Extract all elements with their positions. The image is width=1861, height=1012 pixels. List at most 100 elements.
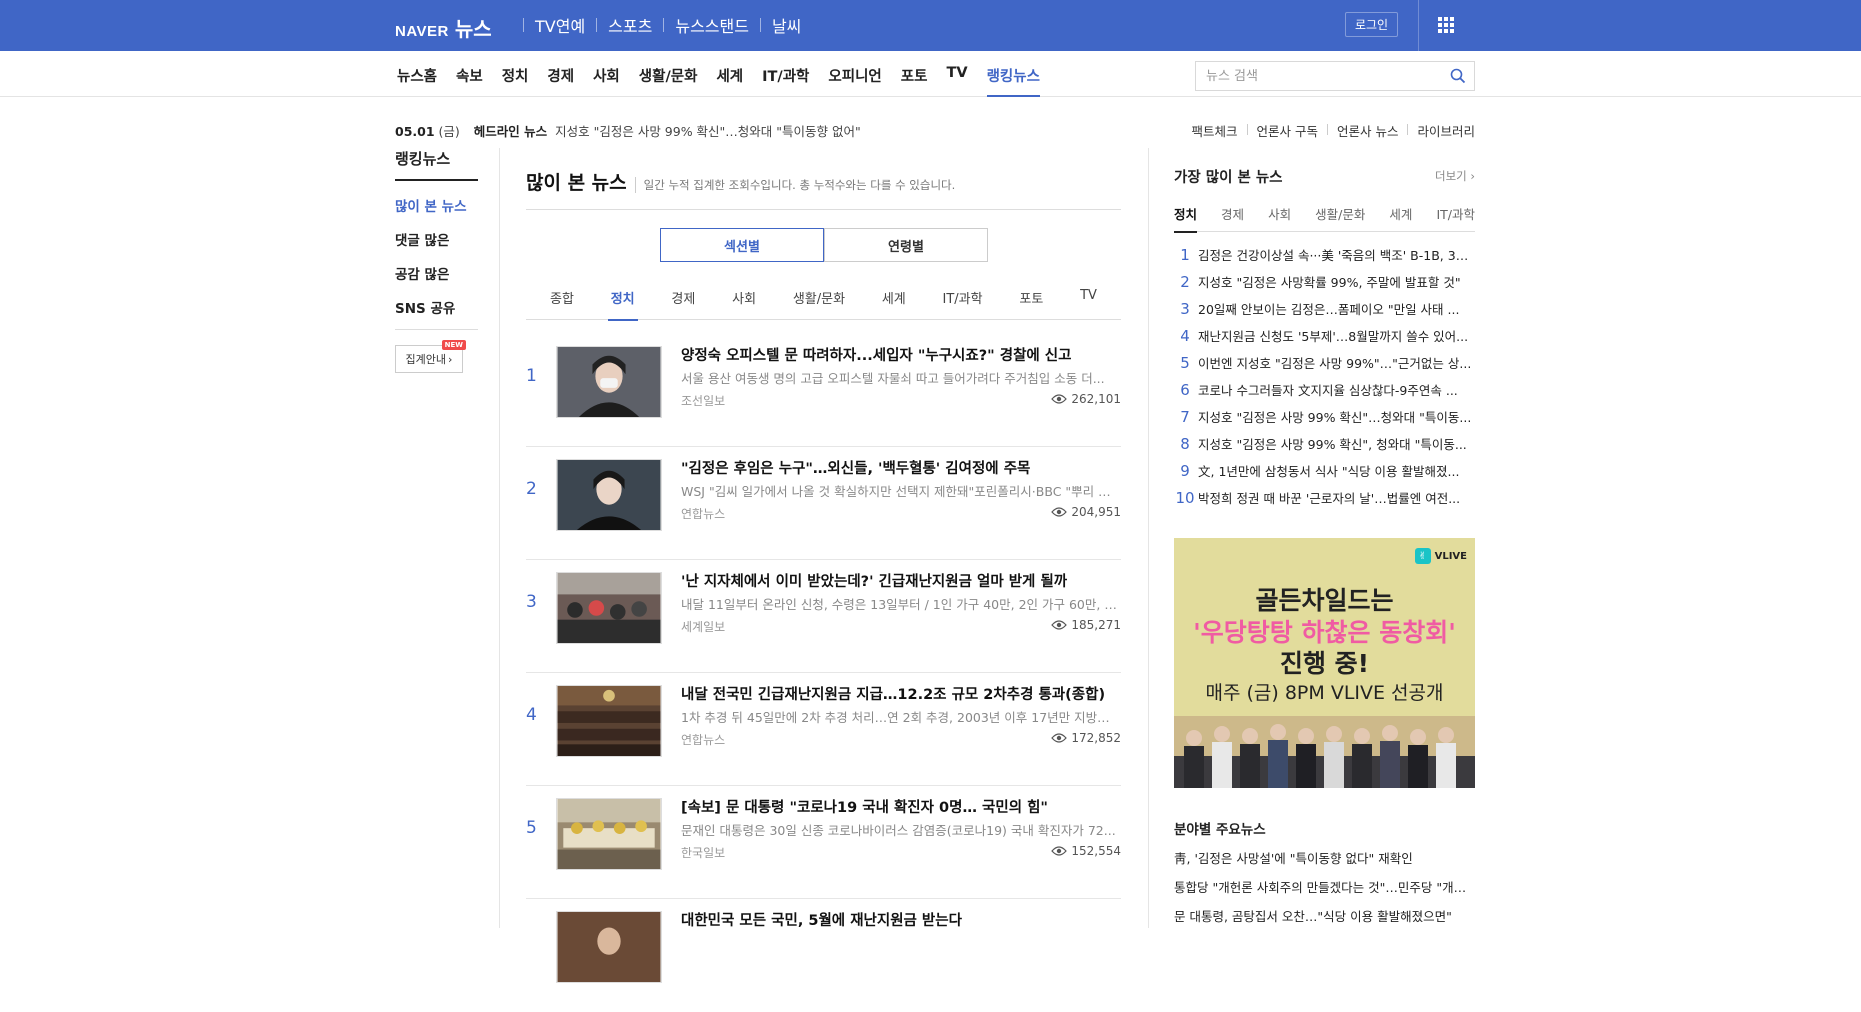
aggregation-info-button[interactable]: 집계안내 › NEW [395, 340, 466, 373]
article-summary[interactable]: 서울 용산 여동생 명의 고급 오피스텔 자물쇠 따고 들어가려다 주거침입 소… [681, 368, 1121, 387]
article-summary[interactable]: 1차 추경 뒤 45일만에 2차 추경 처리…연 2회 추경, 2003년 이후… [681, 707, 1121, 726]
article-press[interactable]: 세계일보 [681, 618, 725, 635]
ranking-title[interactable]: 코로나 수그러들자 文지지율 심상찮다-9주연속 ... [1198, 380, 1473, 399]
nav-weather[interactable]: 날씨 [772, 13, 801, 37]
ranking-title[interactable]: 20일째 안보이는 김정은…폼페이오 "만일 사태 ... [1198, 299, 1473, 318]
ranking-item[interactable]: 6 코로나 수그러들자 文지지율 심상찮다-9주연속 ... [1174, 376, 1475, 403]
article-thumbnail[interactable] [556, 572, 662, 644]
ranking-title[interactable]: 지성호 "김정은 사망확률 99%, 주말에 발표할 것" [1198, 272, 1473, 291]
article-title[interactable]: 내달 전국민 긴급재난지원금 지급…12.2조 규모 2차추경 통과(종합) [681, 683, 1121, 704]
article-thumbnail[interactable] [556, 346, 662, 418]
article-title[interactable]: '난 지자체에서 이미 받았는데?' 긴급재난지원금 얼마 받게 될까 [681, 570, 1121, 591]
tab-photo[interactable]: 포토 [1019, 286, 1043, 320]
more-link[interactable]: 더보기 › [1435, 168, 1475, 184]
subnav-it-science[interactable]: IT/과학 [762, 65, 809, 97]
subnav-ranking-news[interactable]: 랭킹뉴스 [986, 65, 1041, 97]
rtab-economy[interactable]: 경제 [1221, 204, 1244, 232]
subnav-photo[interactable]: 포토 [901, 65, 928, 97]
article-title[interactable]: "김정은 후임은 누구"…외신들, '백두혈통' 김여정에 주목 [681, 457, 1121, 478]
ranking-title[interactable]: 지성호 "김정은 사망 99% 확신", 청와대 "특이동... [1198, 434, 1473, 453]
ranking-item[interactable]: 8 지성호 "김정은 사망 99% 확신", 청와대 "특이동... [1174, 430, 1475, 457]
ranking-item[interactable]: 9 文, 1년만에 삼청동서 식사 "식당 이용 활발해졌... [1174, 457, 1475, 484]
toggle-by-section[interactable]: 섹션별 [660, 228, 824, 262]
article-title[interactable]: 대한민국 모든 국민, 5월에 재난지원금 받는다 [681, 909, 1121, 930]
ranking-title[interactable]: 김정은 건강이상설 속···美 '죽음의 백조' B-1B, 32... [1198, 245, 1473, 264]
ad-banner[interactable]: ✌ VLIVE 골든차일드는 '우당탕탕 하찮은 동창회' 진행 중! 매주 (… [1174, 538, 1475, 788]
subnav-tv[interactable]: TV [946, 65, 967, 97]
article-title[interactable]: 양정숙 오피스텔 문 따려하자...세입자 "누구시죠?" 경찰에 신고 [681, 344, 1121, 365]
tab-life-culture[interactable]: 생활/문화 [793, 286, 845, 320]
nav-newsstand[interactable]: 뉴스스탠드 [675, 13, 749, 37]
toggle-by-age[interactable]: 연령별 [824, 228, 988, 262]
sidebar-item-sns-share[interactable]: SNS 공유 [395, 297, 500, 317]
rtab-it-science[interactable]: IT/과학 [1436, 204, 1475, 232]
ranking-item[interactable]: 5 이번엔 지성호 "김정은 사망 99%"…"근거없는 상... [1174, 349, 1475, 376]
ranking-title[interactable]: 文, 1년만에 삼청동서 식사 "식당 이용 활발해졌... [1198, 461, 1473, 480]
article-summary[interactable]: 내달 11일부터 온라인 신청, 수령은 13일부터 / 1인 가구 40만, … [681, 594, 1121, 613]
subnav-politics[interactable]: 정치 [502, 65, 529, 97]
search-input[interactable] [1196, 62, 1426, 90]
ranking-item[interactable]: 2 지성호 "김정은 사망확률 99%, 주말에 발표할 것" [1174, 268, 1475, 295]
subnav-world[interactable]: 세계 [716, 65, 743, 97]
article-thumbnail[interactable] [556, 685, 662, 757]
article-press[interactable]: 한국일보 [681, 844, 725, 861]
article-summary[interactable]: 문재인 대통령은 30일 신종 코로나바이러스 감염증(코로나19) 국내 확진… [681, 820, 1121, 839]
subnav-news-home[interactable]: 뉴스홈 [397, 65, 437, 97]
link-press-news[interactable]: 언론사 뉴스 [1337, 121, 1398, 140]
subnav-breaking[interactable]: 속보 [456, 65, 483, 97]
article-summary[interactable]: WSJ "김씨 일가에서 나올 것 확실하지만 선택지 제한돼"포린폴리시·BB… [681, 481, 1121, 500]
ranking-title[interactable]: 지성호 "김정은 사망 99% 확신"…청와대 "특이동... [1198, 407, 1473, 426]
naver-news-logo[interactable]: NAVER 뉴스 [395, 13, 492, 42]
link-press-subscribe[interactable]: 언론사 구독 [1257, 121, 1318, 140]
ranking-title[interactable]: 재난지원금 신청도 '5부제'…8월말까지 쓸수 있어... [1198, 326, 1473, 345]
ranking-item[interactable]: 3 20일째 안보이는 김정은…폼페이오 "만일 사태 ... [1174, 295, 1475, 322]
subnav-life-culture[interactable]: 생활/문화 [639, 65, 698, 97]
ranking-item[interactable]: 7 지성호 "김정은 사망 99% 확신"…청와대 "특이동... [1174, 403, 1475, 430]
section-news-item[interactable]: 통합당 "개헌론 사회주의 만들겠다는 것"…민주당 "개헌... [1174, 877, 1475, 896]
list-item[interactable]: 4 내달 전국민 긴급재난지원금 지급…12.2조 규모 2차추경 통과(종합)… [526, 673, 1121, 786]
ranking-item[interactable]: 4 재난지원금 신청도 '5부제'…8월말까지 쓸수 있어... [1174, 322, 1475, 349]
ranking-item[interactable]: 10 박정희 정권 때 바꾼 '근로자의 날'…법률엔 여전... [1174, 484, 1475, 511]
link-factcheck[interactable]: 팩트체크 [1192, 121, 1238, 140]
search-icon[interactable] [1450, 68, 1466, 84]
sidebar-item-most-viewed[interactable]: 많이 본 뉴스 [395, 195, 500, 215]
rtab-life-culture[interactable]: 생활/문화 [1315, 204, 1365, 232]
nav-tv-entertainment[interactable]: TV연예 [535, 13, 585, 37]
article-press[interactable]: 연합뉴스 [681, 731, 725, 748]
tab-politics[interactable]: 정치 [607, 286, 638, 321]
ranking-item[interactable]: 1 김정은 건강이상설 속···美 '죽음의 백조' B-1B, 32... [1174, 241, 1475, 268]
subnav-opinion[interactable]: 오피니언 [828, 65, 881, 97]
login-button[interactable]: 로그인 [1345, 12, 1398, 37]
tab-tv[interactable]: TV [1080, 286, 1097, 320]
link-library[interactable]: 라이브러리 [1417, 121, 1475, 140]
article-thumbnail[interactable] [556, 798, 662, 870]
rtab-politics[interactable]: 정치 [1174, 204, 1198, 233]
tab-society[interactable]: 사회 [732, 286, 756, 320]
article-title[interactable]: [속보] 문 대통령 "코로나19 국내 확진자 0명… 국민의 힘" [681, 796, 1121, 817]
article-press[interactable]: 연합뉴스 [681, 505, 725, 522]
subnav-society[interactable]: 사회 [593, 65, 620, 97]
ranking-title[interactable]: 박정희 정권 때 바꾼 '근로자의 날'…법률엔 여전... [1198, 488, 1473, 507]
article-thumbnail[interactable] [556, 911, 662, 983]
section-news-item[interactable]: 문 대통령, 곰탕집서 오찬…"식당 이용 활발해졌으면" [1174, 906, 1475, 925]
tab-all[interactable]: 종합 [550, 286, 574, 320]
ranking-title[interactable]: 이번엔 지성호 "김정은 사망 99%"…"근거없는 상... [1198, 353, 1473, 372]
nav-sports[interactable]: 스포츠 [608, 13, 652, 37]
section-news-item[interactable]: 靑, '김정은 사망설'에 "특이동향 없다" 재확인 [1174, 848, 1475, 867]
article-thumbnail[interactable] [556, 459, 662, 531]
list-item[interactable]: 대한민국 모든 국민, 5월에 재난지원금 받는다 [526, 899, 1121, 1012]
sidebar-item-most-comments[interactable]: 댓글 많은 [395, 229, 500, 249]
rtab-world[interactable]: 세계 [1389, 204, 1412, 232]
list-item[interactable]: 1 양정숙 오피스텔 문 따려하자...세입자 "누구시죠?" 경찰에 신고 서… [526, 334, 1121, 447]
grid-icon[interactable] [1438, 17, 1454, 33]
tab-it-science[interactable]: IT/과학 [943, 286, 983, 320]
article-press[interactable]: 조선일보 [681, 392, 725, 409]
list-item[interactable]: 2 "김정은 후임은 누구"…외신들, '백두혈통' 김여정에 주목 WSJ "… [526, 447, 1121, 560]
list-item[interactable]: 3 '난 지자체에서 이미 받았는데?' 긴급재난지원금 얼마 받게 될까 내달… [526, 560, 1121, 673]
list-item[interactable]: 5 [속보] 문 대통령 "코로나19 국내 확진자 0명… 국민의 힘" 문재… [526, 786, 1121, 899]
tab-world[interactable]: 세계 [882, 286, 906, 320]
rtab-society[interactable]: 사회 [1268, 204, 1291, 232]
subnav-economy[interactable]: 경제 [547, 65, 574, 97]
sidebar-item-most-likes[interactable]: 공감 많은 [395, 263, 500, 283]
headline-link[interactable]: 지성호 "김정은 사망 99% 확신"…청와대 "특이동향 없어" [555, 124, 861, 139]
